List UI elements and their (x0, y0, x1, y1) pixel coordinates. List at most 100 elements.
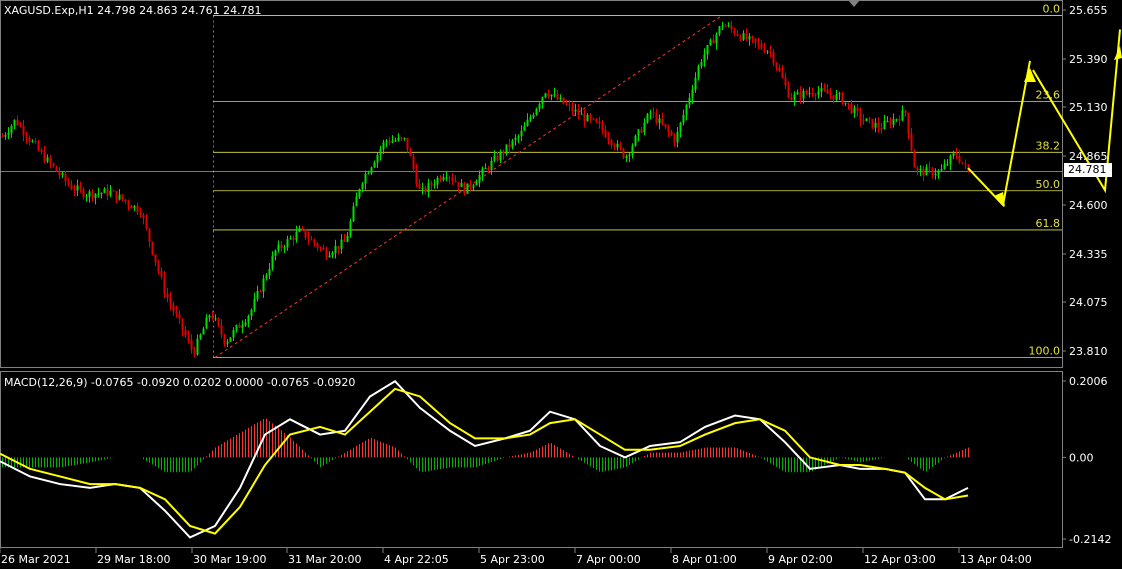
bear-candle (157, 262, 160, 271)
bull-candle (283, 247, 286, 249)
price-tick-label: 25.130 (1069, 101, 1108, 114)
bull-candle (391, 140, 394, 143)
bull-candle (421, 187, 424, 189)
bear-candle (424, 187, 427, 192)
bull-candle (943, 164, 946, 170)
bear-candle (418, 184, 421, 189)
current-price-label: 24.781 (1064, 163, 1112, 177)
bull-candle (511, 140, 514, 148)
bull-candle (514, 137, 517, 141)
bear-candle (43, 151, 46, 162)
bull-candle (271, 255, 274, 269)
bull-candle (13, 119, 16, 126)
bull-candle (835, 94, 838, 100)
bull-candle (94, 193, 97, 198)
bear-candle (577, 109, 580, 115)
macd-tick-label: 0.2006 (1069, 375, 1108, 388)
bull-candle (376, 154, 379, 163)
bear-candle (463, 183, 466, 194)
price-tick-label: 24.075 (1069, 296, 1108, 309)
bear-candle (313, 239, 316, 244)
bull-candle (100, 193, 103, 195)
bear-candle (487, 167, 490, 170)
bear-candle (877, 122, 880, 128)
bull-candle (688, 97, 691, 105)
bull-candle (205, 317, 208, 329)
price-chart-canvas[interactable]: 0.023.638.250.061.8100.0 25.65525.39025.… (0, 0, 1122, 569)
bear-candle (931, 168, 934, 176)
bull-candle (226, 341, 229, 344)
fib-level-label: 38.2 (1036, 139, 1061, 152)
bear-candle (604, 129, 607, 138)
bear-candle (751, 36, 754, 39)
bear-candle (955, 153, 958, 156)
bear-candle (16, 119, 19, 126)
bear-candle (859, 111, 862, 121)
bear-candle (814, 94, 817, 96)
bear-candle (652, 112, 655, 114)
bull-candle (532, 114, 535, 118)
bull-candle (523, 125, 526, 131)
bear-candle (166, 293, 169, 298)
bear-candle (175, 311, 178, 315)
bull-candle (520, 130, 523, 137)
bear-candle (55, 166, 58, 172)
bull-candle (76, 185, 79, 191)
bear-candle (739, 35, 742, 40)
bull-candle (559, 97, 562, 100)
bull-candle (481, 168, 484, 176)
bear-candle (913, 150, 916, 168)
bull-candle (118, 194, 121, 200)
bear-candle (307, 237, 310, 240)
price-tick-label: 25.655 (1069, 4, 1108, 17)
bull-candle (637, 129, 640, 136)
bear-candle (139, 212, 142, 216)
bull-candle (937, 170, 940, 174)
bear-candle (220, 324, 223, 335)
bull-candle (886, 120, 889, 122)
forecast-arrowhead-down-icon (994, 192, 1005, 207)
bull-candle (397, 137, 400, 141)
time-tick-label: 13 Apr 04:00 (960, 553, 1032, 566)
fib-level-label: 100.0 (1029, 344, 1061, 357)
time-tick-label: 7 Apr 00:00 (576, 553, 641, 566)
bull-candle (277, 244, 280, 251)
bear-candle (823, 88, 826, 91)
bull-candle (706, 45, 709, 55)
bull-candle (694, 77, 697, 90)
bull-candle (541, 97, 544, 105)
bull-candle (484, 167, 487, 169)
bear-candle (781, 70, 784, 78)
bear-candle (787, 85, 790, 98)
bull-candle (535, 108, 538, 115)
bull-candle (715, 34, 718, 44)
bull-candle (334, 245, 337, 253)
bear-candle (172, 304, 175, 312)
bear-candle (337, 245, 340, 249)
bear-candle (115, 190, 118, 200)
bull-candle (820, 88, 823, 92)
bear-candle (601, 123, 604, 130)
bull-candle (634, 135, 637, 146)
bull-candle (808, 92, 811, 94)
bull-candle (346, 235, 349, 242)
bull-candle (793, 94, 796, 100)
price-tick-label: 24.865 (1069, 150, 1108, 163)
bull-candle (580, 113, 583, 115)
bear-candle (34, 141, 37, 143)
bull-candle (229, 337, 232, 342)
bull-candle (331, 252, 334, 256)
bull-candle (262, 278, 265, 292)
bear-candle (454, 180, 457, 182)
bull-candle (214, 318, 217, 320)
bull-candle (340, 239, 343, 249)
price-tick-label: 24.335 (1069, 248, 1108, 261)
bear-candle (280, 244, 283, 248)
bull-candle (103, 188, 106, 194)
bear-candle (127, 201, 130, 206)
chart-shift-marker-icon[interactable] (848, 0, 860, 7)
bear-candle (22, 126, 25, 135)
bull-candle (691, 89, 694, 98)
bear-candle (850, 104, 853, 114)
bear-candle (610, 140, 613, 145)
